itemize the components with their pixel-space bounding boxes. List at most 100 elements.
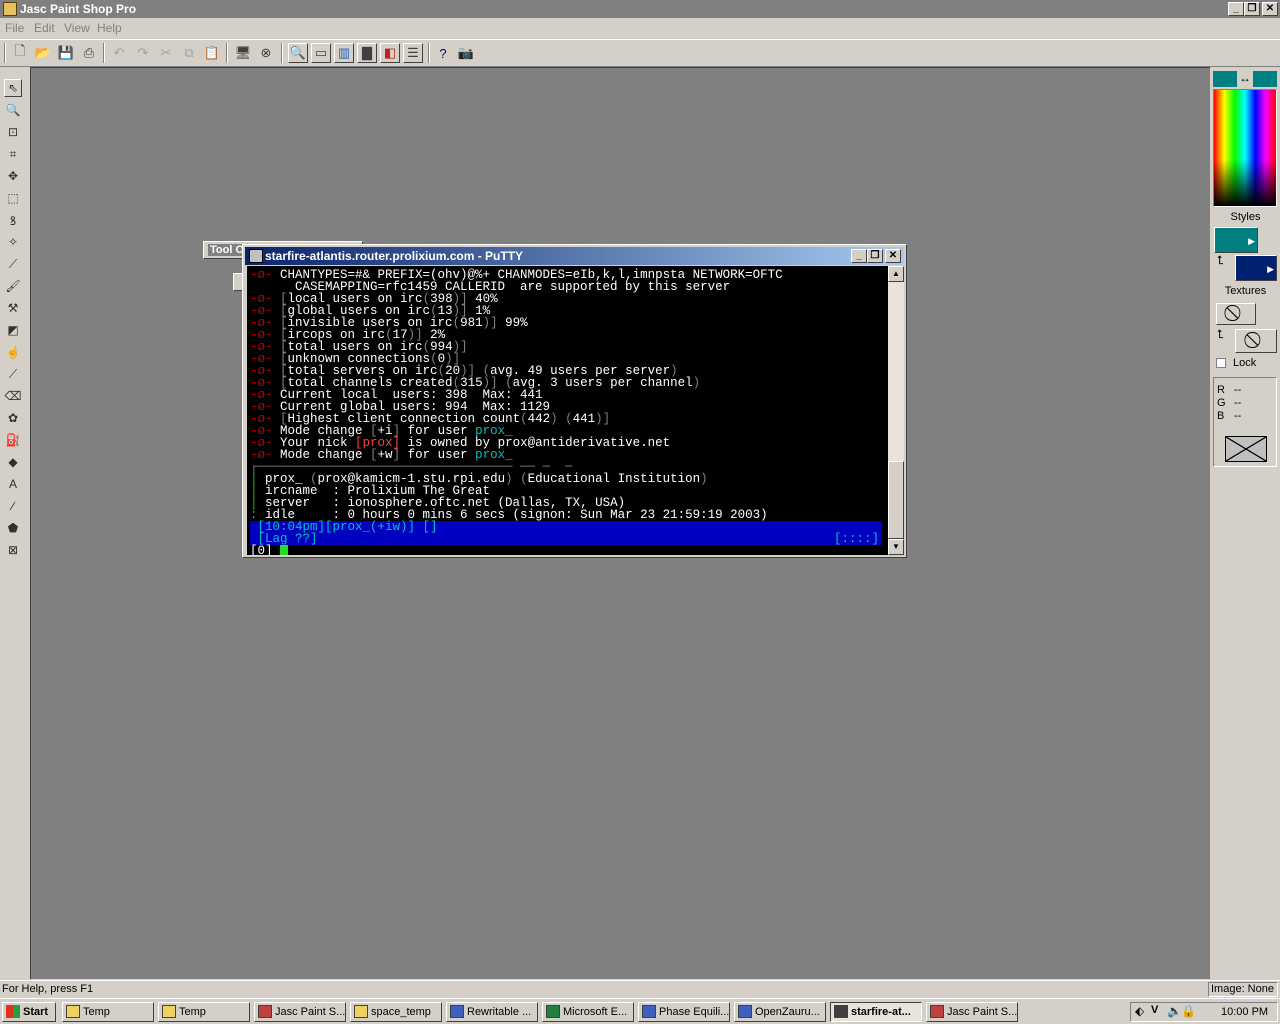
new-icon[interactable]: 🗋 <box>10 43 30 63</box>
putty-minimize-button[interactable]: _ <box>851 249 867 263</box>
taskbar-item[interactable]: Phase Equili... <box>638 1002 730 1022</box>
draw-tool-icon[interactable]: ∕ <box>4 497 22 515</box>
volume-icon[interactable]: 🔈 <box>1167 1004 1182 1018</box>
lock-checkbox[interactable] <box>1216 358 1226 368</box>
restore-button[interactable]: ❐ <box>1244 2 1260 16</box>
close-all-icon[interactable]: ⊗ <box>256 43 276 63</box>
task-label: Phase Equili... <box>659 1006 730 1018</box>
antivirus-icon[interactable]: V <box>1151 1004 1158 1016</box>
network-icon[interactable]: ⬖ <box>1135 1004 1144 1018</box>
cut-icon[interactable]: ✂ <box>156 43 176 63</box>
swap-styles-icon[interactable]: ⮤ <box>1217 253 1224 268</box>
picture-tube-icon[interactable]: ✿ <box>4 409 22 427</box>
app-titlebar[interactable]: Jasc Paint Shop Pro _ ❐ ✕ <box>0 0 1280 18</box>
arrow-tool-icon[interactable]: ⇖ <box>4 79 22 97</box>
palette-icon[interactable]: ▥ <box>334 43 354 63</box>
open-icon[interactable]: 📂 <box>33 43 53 63</box>
magic-wand-icon[interactable]: ✧ <box>4 233 22 251</box>
menu-help[interactable]: Help <box>97 21 122 35</box>
save-icon[interactable]: 💾 <box>56 43 76 63</box>
browse-icon[interactable]: 🖥 <box>233 43 253 63</box>
paste-icon[interactable]: 📋 <box>202 43 222 63</box>
undo-icon[interactable]: ↶ <box>109 43 129 63</box>
terminal-text: 442 <box>527 412 551 426</box>
lasso-tool-icon[interactable]: ꝸ <box>4 211 22 229</box>
taskbar-item[interactable]: starfire-at... <box>830 1002 922 1022</box>
taskbar-item[interactable]: space_temp <box>350 1002 442 1022</box>
color-picker-spectrum[interactable] <box>1213 89 1277 207</box>
help-icon[interactable]: ? <box>433 43 453 63</box>
airbrush-tool-icon[interactable]: ⛽ <box>4 431 22 449</box>
terminal-scrollbar[interactable]: ▲ ▼ <box>888 266 904 555</box>
selection-tool-icon[interactable]: ⬚ <box>4 189 22 207</box>
flood-fill-icon[interactable]: ◆ <box>4 453 22 471</box>
taskbar-item[interactable]: Rewritable ... <box>446 1002 538 1022</box>
scratch-remover-icon[interactable]: ⟋ <box>4 365 22 383</box>
eraser-tool-icon[interactable]: ⌫ <box>4 387 22 405</box>
clock[interactable]: 10:00 PM <box>1221 1006 1268 1018</box>
toolbar-icon[interactable]: ☰ <box>403 43 423 63</box>
taskbar-item[interactable]: Jasc Paint S... <box>926 1002 1018 1022</box>
scroll-thumb[interactable] <box>888 461 904 539</box>
status-help-text: For Help, press F1 <box>2 983 94 995</box>
background-texture-button[interactable]: ⃠ <box>1235 329 1277 353</box>
zoom-icon[interactable]: 🔍 <box>288 43 308 63</box>
swap-colors-icon[interactable]: ↔ <box>1238 71 1252 87</box>
copy-icon[interactable]: ⧉ <box>179 43 199 63</box>
tool-options-title: Tool O <box>208 244 247 256</box>
menu-edit[interactable]: Edit <box>34 21 55 35</box>
capture-icon[interactable]: 📷 <box>456 43 476 63</box>
menu-file[interactable]: File <box>5 21 24 35</box>
deform-tool-icon[interactable]: ⊡ <box>4 123 22 141</box>
textures-label: Textures <box>1224 285 1267 297</box>
green-value: -- <box>1234 397 1242 409</box>
fg-color-swatch[interactable] <box>1213 71 1237 87</box>
preset-shape-icon[interactable]: ⬟ <box>4 519 22 537</box>
irc-input-line[interactable]: [0] <box>250 545 289 555</box>
putty-close-button[interactable]: ✕ <box>885 249 901 263</box>
taskbar-item[interactable]: Microsoft E... <box>542 1002 634 1022</box>
status-image-info: Image: None <box>1208 982 1278 997</box>
crop-tool-icon[interactable]: ⌗ <box>4 145 22 163</box>
foreground-texture-button[interactable]: ⃠ <box>1216 303 1256 325</box>
taskbar-item[interactable]: Temp <box>62 1002 154 1022</box>
terminal-text: )] <box>595 412 611 426</box>
swap-textures-icon[interactable]: ⮤ <box>1217 327 1224 342</box>
mover-tool-icon[interactable]: ✥ <box>4 167 22 185</box>
bg-color-swatch[interactable] <box>1253 71 1277 87</box>
putty-titlebar[interactable]: starfire-atlantis.router.prolixium.com -… <box>245 247 904 265</box>
terminal-screen[interactable]: [10:04pm][prox_(+iw)] [] [Lag ??] [::::]… <box>247 266 888 555</box>
minimize-button[interactable]: _ <box>1228 2 1244 16</box>
overview-icon[interactable]: ▭ <box>311 43 331 63</box>
blue-label: B <box>1217 410 1225 422</box>
scroll-down-button[interactable]: ▼ <box>888 539 904 555</box>
scroll-up-button[interactable]: ▲ <box>888 266 904 282</box>
start-button[interactable]: Start <box>2 1002 56 1022</box>
close-button[interactable]: ✕ <box>1262 2 1278 16</box>
retouch-tool-icon[interactable]: ☝ <box>4 343 22 361</box>
taskbar-item[interactable]: OpenZauru... <box>734 1002 826 1022</box>
clone-brush-icon[interactable]: ⚒ <box>4 299 22 317</box>
zoom-tool-icon[interactable]: 🔍 <box>4 101 22 119</box>
putty-window[interactable]: starfire-atlantis.router.prolixium.com -… <box>242 244 907 558</box>
taskbar-item[interactable]: Temp <box>158 1002 250 1022</box>
foreground-style-button[interactable]: ▶ <box>1214 227 1258 253</box>
paintbrush-tool-icon[interactable]: 🖌 <box>4 277 22 295</box>
redo-icon[interactable]: ↷ <box>133 43 153 63</box>
taskbar-item[interactable]: Jasc Paint S... <box>254 1002 346 1022</box>
task-icon <box>162 1005 176 1018</box>
terminal-text: 981 <box>460 316 483 330</box>
print-icon[interactable]: ⎙ <box>79 43 99 63</box>
color-replacer-icon[interactable]: ◩ <box>4 321 22 339</box>
putty-maximize-button[interactable]: ❐ <box>867 249 883 263</box>
security-icon[interactable]: 🔒 <box>1181 1004 1196 1018</box>
layers-icon[interactable]: ◧ <box>380 43 400 63</box>
text-tool-icon[interactable]: A <box>4 475 22 493</box>
task-icon <box>738 1005 752 1018</box>
histogram-icon[interactable]: ▇ <box>357 43 377 63</box>
object-selector-icon[interactable]: ⊠ <box>4 541 22 559</box>
menu-view[interactable]: View <box>64 21 90 35</box>
terminal-text: 99% <box>505 316 528 330</box>
dropper-tool-icon[interactable]: ⟋ <box>4 255 22 273</box>
background-style-button[interactable]: ▶ <box>1235 255 1277 281</box>
